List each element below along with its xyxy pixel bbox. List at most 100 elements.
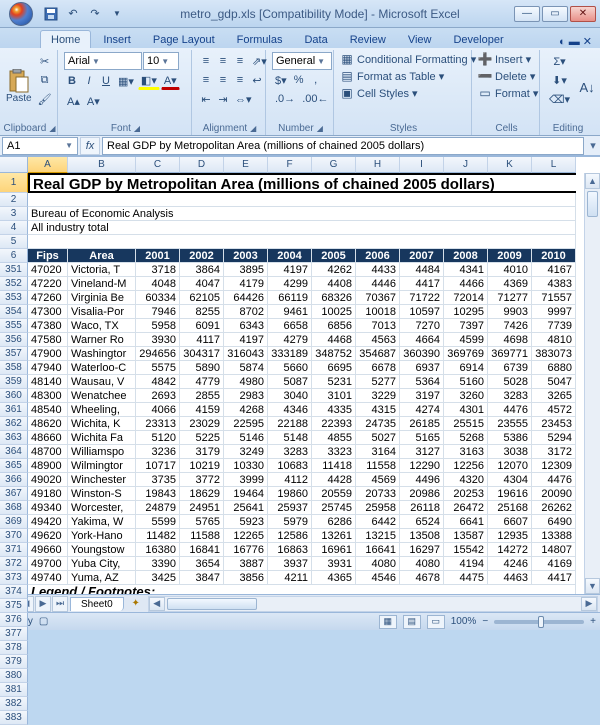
cell[interactable]: 22188 (268, 417, 312, 431)
cell[interactable]: 5386 (488, 431, 532, 445)
next-sheet-icon[interactable]: ▶ (35, 596, 51, 612)
column-header[interactable]: B (68, 157, 136, 173)
cell[interactable]: 14272 (488, 543, 532, 557)
row-header[interactable]: 3 (0, 207, 28, 221)
cell[interactable]: 66119 (268, 291, 312, 305)
cell[interactable]: 24879 (136, 501, 180, 515)
cell[interactable]: 14807 (532, 543, 576, 557)
column-header[interactable]: L (532, 157, 576, 173)
orientation-icon[interactable]: ⇗▾ (249, 52, 270, 70)
format-as-table-button[interactable]: ▤Format as Table ▾ (340, 69, 476, 83)
number-format-combo[interactable]: General▼ (272, 52, 332, 70)
row-header[interactable]: 373 (0, 571, 28, 585)
cell[interactable]: 5364 (400, 375, 444, 389)
cell[interactable]: Waterloo-C (68, 361, 136, 375)
cell[interactable]: 48140 (28, 375, 68, 389)
cell[interactable]: 4048 (136, 277, 180, 291)
cell[interactable]: 4569 (356, 473, 400, 487)
cell[interactable]: 12586 (268, 529, 312, 543)
cell[interactable]: 3101 (312, 389, 356, 403)
cell[interactable]: 6678 (356, 361, 400, 375)
row-header[interactable]: 355 (0, 319, 28, 333)
cell[interactable]: 3718 (136, 263, 180, 277)
hscroll-thumb[interactable] (167, 598, 257, 610)
grow-font-icon[interactable]: A▴ (64, 92, 83, 110)
cell[interactable]: 4167 (532, 263, 576, 277)
row-header[interactable]: 6 (0, 249, 28, 263)
cell[interactable] (28, 235, 576, 249)
cell[interactable]: Wichita, K (68, 417, 136, 431)
italic-button[interactable]: I (81, 72, 97, 90)
cell[interactable]: 4194 (444, 557, 488, 571)
cell[interactable]: 4197 (268, 263, 312, 277)
last-sheet-icon[interactable]: ⏭ (52, 596, 68, 612)
cell[interactable]: 5599 (136, 515, 180, 529)
cell[interactable]: Vineland-M (68, 277, 136, 291)
cell[interactable]: 5958 (136, 319, 180, 333)
zoom-slider[interactable] (494, 620, 584, 624)
cell[interactable]: 47020 (28, 263, 68, 277)
cell[interactable]: 4810 (532, 333, 576, 347)
cell[interactable]: 47220 (28, 277, 68, 291)
cell[interactable]: Wichita Fa (68, 431, 136, 445)
cell[interactable]: 4678 (400, 571, 444, 585)
cell[interactable]: 3127 (400, 445, 444, 459)
cell[interactable]: 3864 (180, 263, 224, 277)
cell[interactable]: 47260 (28, 291, 68, 305)
cell[interactable]: 20559 (312, 487, 356, 501)
cell[interactable]: 4211 (268, 571, 312, 585)
cell[interactable]: 4433 (356, 263, 400, 277)
cell[interactable]: 2007 (400, 249, 444, 263)
help-icon[interactable]: ◐ ▬ ✕ (559, 35, 600, 48)
cell[interactable]: 23313 (136, 417, 180, 431)
cell[interactable]: 3856 (224, 571, 268, 585)
row-header[interactable]: 351 (0, 263, 28, 277)
cell[interactable]: 3895 (224, 263, 268, 277)
horizontal-scrollbar[interactable]: ◀ ▶ (148, 596, 598, 612)
cell[interactable]: 2855 (180, 389, 224, 403)
cell[interactable]: 20253 (444, 487, 488, 501)
cell[interactable]: 3163 (444, 445, 488, 459)
name-box[interactable]: A1▼ (2, 137, 78, 155)
shrink-font-icon[interactable]: A▾ (84, 92, 103, 110)
cell[interactable]: 5575 (136, 361, 180, 375)
cell[interactable]: 5923 (224, 515, 268, 529)
cell[interactable]: 354687 (356, 347, 400, 361)
cell[interactable]: 4159 (180, 403, 224, 417)
cell[interactable]: 3735 (136, 473, 180, 487)
cell[interactable]: Worcester, (68, 501, 136, 515)
percent-format-icon[interactable]: % (291, 71, 307, 89)
cell[interactable]: 3164 (356, 445, 400, 459)
paste-button[interactable]: Paste (6, 52, 32, 123)
undo-icon[interactable]: ↶ (64, 5, 82, 23)
font-name-combo[interactable]: Arial▼ (64, 52, 142, 70)
cell[interactable]: 48660 (28, 431, 68, 445)
cell[interactable]: 5028 (488, 375, 532, 389)
cell[interactable]: 10219 (180, 459, 224, 473)
cell[interactable]: 3772 (180, 473, 224, 487)
cell[interactable]: 10025 (312, 305, 356, 319)
cell[interactable]: 4117 (180, 333, 224, 347)
cell[interactable]: 4369 (488, 277, 532, 291)
column-header[interactable]: D (180, 157, 224, 173)
align-middle-icon[interactable]: ≡ (215, 52, 231, 70)
cell[interactable]: 7739 (532, 319, 576, 333)
cell[interactable]: 22595 (224, 417, 268, 431)
cell[interactable]: 25168 (488, 501, 532, 515)
cell[interactable]: 5979 (268, 515, 312, 529)
row-header[interactable]: 374 (0, 585, 28, 599)
cell[interactable]: 3197 (400, 389, 444, 403)
cell[interactable]: Yakima, W (68, 515, 136, 529)
cell[interactable]: 4563 (356, 333, 400, 347)
decrease-indent-icon[interactable]: ⇤ (198, 90, 214, 108)
cell[interactable]: 5765 (180, 515, 224, 529)
cell[interactable]: 19616 (488, 487, 532, 501)
zoom-level[interactable]: 100% (451, 616, 477, 627)
cell[interactable]: 5294 (532, 431, 576, 445)
tab-data[interactable]: Data (294, 31, 337, 48)
cell[interactable]: 47380 (28, 319, 68, 333)
cell[interactable]: All industry total (28, 221, 576, 235)
cell[interactable]: 71277 (488, 291, 532, 305)
cell[interactable]: 4169 (532, 557, 576, 571)
cell[interactable]: 24735 (356, 417, 400, 431)
